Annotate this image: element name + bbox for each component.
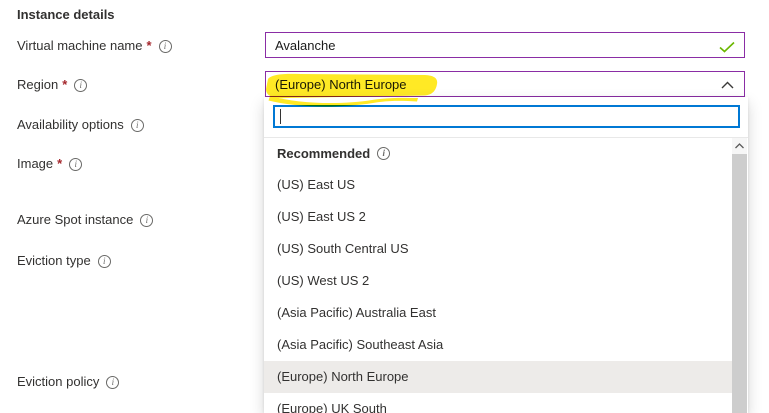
info-icon[interactable]: i — [377, 147, 390, 160]
field-label-region: Region * i — [17, 77, 87, 93]
region-dropdown[interactable]: (Europe) North Europe — [265, 71, 745, 97]
region-option-east-us-2[interactable]: (US) East US 2 — [264, 201, 733, 233]
checkmark-icon — [719, 41, 735, 53]
label-text: Eviction policy — [17, 374, 99, 390]
info-icon[interactable]: i — [69, 158, 82, 171]
group-header-label: Recommended — [277, 146, 370, 161]
info-icon[interactable]: i — [74, 79, 87, 92]
region-search-input[interactable] — [275, 107, 738, 126]
scroll-up-arrow-icon[interactable] — [732, 138, 747, 153]
region-search-field[interactable] — [273, 105, 740, 128]
chevron-up-icon — [721, 81, 734, 89]
field-label-vm-name: Virtual machine name * i — [17, 38, 172, 54]
region-option-east-us[interactable]: (US) East US — [264, 169, 733, 201]
label-text: Virtual machine name — [17, 38, 143, 54]
field-label-eviction-type: Eviction type i — [17, 253, 111, 269]
region-option-uk-south[interactable]: (Europe) UK South — [264, 393, 733, 413]
field-label-eviction-policy: Eviction policy i — [17, 374, 119, 390]
label-text: Azure Spot instance — [17, 212, 133, 228]
required-marker: * — [147, 38, 152, 54]
label-text: Eviction type — [17, 253, 91, 269]
vm-name-value: Avalanche — [275, 38, 335, 53]
scrollbar-thumb[interactable] — [732, 154, 747, 413]
section-title: Instance details — [17, 7, 115, 22]
region-option-southeast-asia[interactable]: (Asia Pacific) Southeast Asia — [264, 329, 733, 361]
region-option-west-us-2[interactable]: (US) West US 2 — [264, 265, 733, 297]
field-label-availability-options: Availability options i — [17, 117, 144, 133]
field-label-azure-spot-instance: Azure Spot instance i — [17, 212, 153, 228]
field-label-image: Image * i — [17, 156, 82, 172]
scrollbar[interactable] — [732, 138, 747, 413]
info-icon[interactable]: i — [140, 214, 153, 227]
region-option-south-central-us[interactable]: (US) South Central US — [264, 233, 733, 265]
region-selected-value: (Europe) North Europe — [275, 77, 407, 92]
info-icon[interactable]: i — [106, 376, 119, 389]
info-icon[interactable]: i — [159, 40, 172, 53]
vm-name-input[interactable]: Avalanche — [265, 32, 745, 58]
group-header-recommended: Recommended i — [264, 137, 733, 169]
label-text: Availability options — [17, 117, 124, 133]
label-text: Region — [17, 77, 58, 93]
info-icon[interactable]: i — [98, 255, 111, 268]
region-option-north-europe[interactable]: (Europe) North Europe — [264, 361, 733, 393]
region-dropdown-panel: Recommended i (US) East US (US) East US … — [264, 97, 748, 413]
required-marker: * — [57, 156, 62, 172]
text-caret — [280, 109, 281, 124]
info-icon[interactable]: i — [131, 119, 144, 132]
required-marker: * — [62, 77, 67, 93]
region-option-australia-east[interactable]: (Asia Pacific) Australia East — [264, 297, 733, 329]
label-text: Image — [17, 156, 53, 172]
